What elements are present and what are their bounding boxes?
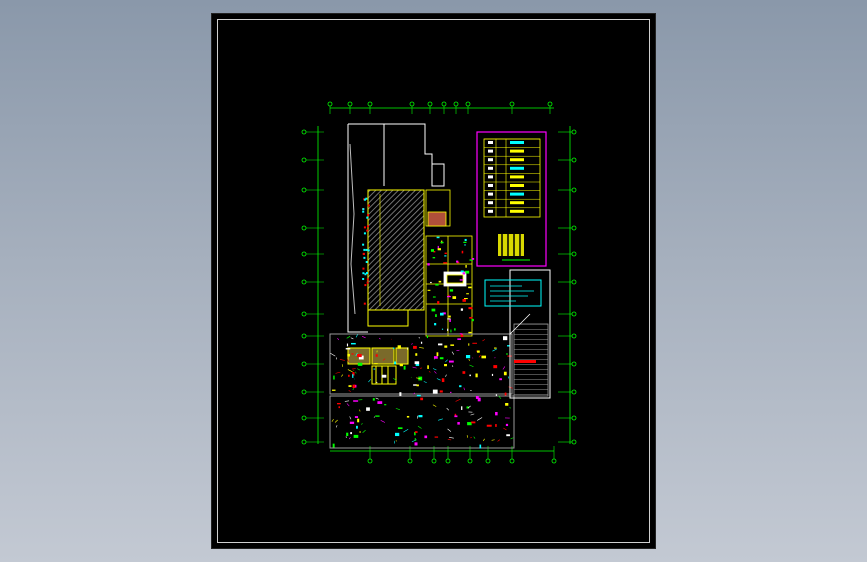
grid-ticks: [306, 106, 572, 459]
legend-table: [476, 131, 547, 267]
room-walls: [425, 189, 473, 337]
lower-floor: [329, 333, 515, 449]
stair-block: [509, 269, 551, 399]
notes-panel: [484, 279, 542, 307]
hatched-core: [367, 189, 425, 327]
drawing-sheet: [211, 13, 656, 549]
floor-plan-drawing: [301, 101, 577, 464]
